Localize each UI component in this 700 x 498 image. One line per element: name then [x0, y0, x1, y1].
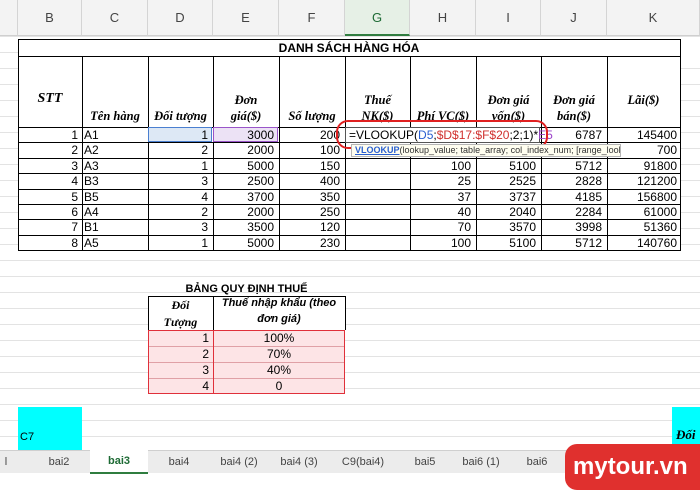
rule-header-tuong: Tượng [163, 315, 198, 329]
header-ten-hang: Tên hàng [90, 109, 140, 123]
header-don-gia-ban-1: Đơn giá [553, 93, 595, 107]
column-header-f[interactable]: F [279, 0, 345, 36]
header-don-gia-2: giá($) [230, 109, 262, 123]
header-don-gia-1: Đơn [234, 93, 258, 107]
column-header-e[interactable]: E [213, 0, 279, 36]
tab-scroll-left[interactable]: l [0, 451, 12, 472]
column-header-g[interactable]: G [345, 0, 410, 36]
header-don-gia-ban-2: bán($) [556, 109, 592, 123]
watermark-logo: mytour.vn [573, 453, 688, 480]
table-cell-gia_ban[interactable]: 5712 [543, 234, 602, 252]
tab-bai3[interactable]: bai3 [90, 450, 148, 474]
header-so-luong: Số lượng [288, 109, 336, 123]
column-header-k[interactable]: K [607, 0, 700, 36]
tooltip-function-name[interactable]: VLOOKUP [355, 145, 400, 155]
column-header-c[interactable]: C [82, 0, 148, 36]
table-cell-lai[interactable]: 140760 [609, 234, 677, 252]
cell-c7-label: C7 [20, 431, 35, 443]
column-header-h[interactable]: H [410, 0, 476, 36]
tab-bai2[interactable]: bai2 [30, 451, 88, 472]
rule-header-thue-2: đơn giá) [257, 313, 301, 325]
cell-d5-value: 1 [201, 128, 208, 142]
table-cell-don_gia[interactable]: 5000 [215, 234, 274, 252]
cell-right-label: Đối [676, 427, 696, 442]
rule-header-thue-1: Thuế nhập khẩu (theo [221, 297, 337, 309]
header-thue-1: Thuế [363, 93, 392, 107]
column-header-j[interactable]: J [541, 0, 607, 36]
table-cell-so_luong[interactable]: 230 [281, 234, 340, 252]
tab-bai6[interactable]: bai6 [514, 451, 560, 472]
table-cell-ten[interactable]: A5 [84, 234, 144, 252]
tab-bai6-1[interactable]: bai6 (1) [450, 451, 512, 472]
header-doi-tuong: Đối tượng [154, 109, 207, 123]
tooltip-arguments: (lookup_value; table_array; col_index_nu… [399, 145, 621, 155]
header-don-gia-von-1: Đơn giá [487, 93, 530, 107]
tab-bai5[interactable]: bai5 [400, 451, 450, 472]
column-header-corner[interactable] [0, 0, 18, 36]
function-tooltip: VLOOKUP(lookup_value; table_array; col_i… [351, 144, 621, 157]
column-header-i[interactable]: I [476, 0, 541, 36]
column-header-b[interactable]: B [18, 0, 82, 36]
header-stt: STT [37, 91, 63, 106]
table-title: DANH SÁCH HÀNG HÓA [278, 41, 420, 55]
cell-e5-value: 3000 [247, 128, 274, 142]
tab-c9-bai4[interactable]: C9(bai4) [330, 451, 396, 472]
table-cell-gia_von[interactable]: 5100 [478, 234, 536, 252]
header-lai: Lãi($) [627, 93, 660, 107]
tab-bai4-2[interactable]: bai4 (2) [210, 451, 268, 472]
table-cell-doi_tuong[interactable]: 1 [150, 234, 208, 252]
rule-header-doi: Đối [171, 298, 190, 312]
tab-bai4-3[interactable]: bai4 (3) [270, 451, 328, 472]
table-cell-stt[interactable]: 8 [20, 234, 78, 252]
column-header-d[interactable]: D [148, 0, 213, 36]
table-cell-phi_vc[interactable]: 100 [412, 234, 471, 252]
tab-bai4[interactable]: bai4 [150, 451, 208, 472]
